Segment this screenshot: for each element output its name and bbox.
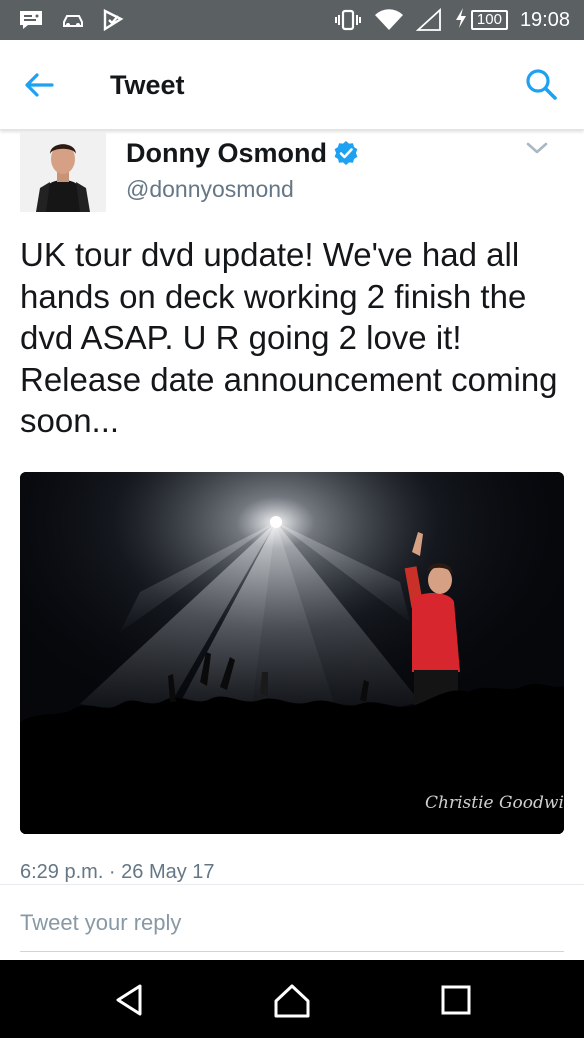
avatar[interactable]: [20, 132, 106, 212]
divider: [0, 884, 584, 885]
nav-recents-button[interactable]: [436, 980, 476, 1020]
car-icon: [60, 11, 86, 29]
system-nav-bar: [0, 960, 584, 1038]
nav-back-button[interactable]: [110, 980, 150, 1020]
tweet-media-image[interactable]: Christie Goodwin: [20, 472, 564, 834]
wifi-icon: [374, 8, 404, 32]
tweet-text: UK tour dvd update! We've had all hands …: [20, 236, 558, 439]
status-bar: 100 19:08: [0, 0, 584, 40]
status-bar-left: [18, 6, 124, 34]
search-button[interactable]: [524, 67, 558, 101]
battery-level: 100: [476, 11, 502, 28]
page-title: Tweet: [110, 70, 185, 100]
notification-icon: [18, 9, 44, 31]
back-triangle-icon: [116, 984, 142, 1016]
vibrate-icon: [334, 9, 362, 31]
tweet-timestamp: 6:29 p.m. · 26 May 17: [20, 861, 215, 883]
charging-icon: [454, 7, 468, 34]
photo-watermark: Christie Goodwin: [425, 793, 564, 813]
battery-icon: 100: [470, 10, 508, 30]
status-bar-right: 100 19:08: [334, 6, 570, 34]
author-name-row[interactable]: Donny Osmond: [126, 137, 359, 169]
signal-icon: [415, 8, 442, 32]
back-arrow-icon: [25, 73, 54, 97]
verified-badge-icon: [334, 141, 358, 165]
author-name[interactable]: Donny Osmond: [126, 137, 327, 169]
recents-icon: [441, 985, 471, 1015]
reply-input[interactable]: Tweet your reply: [20, 906, 564, 952]
tweet-menu-button[interactable]: [524, 138, 550, 158]
app-bar: Tweet: [0, 40, 584, 130]
nav-home-button[interactable]: [272, 980, 312, 1020]
home-icon: [274, 984, 310, 1018]
search-icon: [526, 69, 557, 100]
clock: 19:08: [519, 8, 570, 31]
author-handle[interactable]: @donnyosmond: [126, 174, 294, 204]
chevron-down-icon: [526, 142, 548, 154]
tasks-icon: [102, 9, 124, 31]
battery-indicator: 100: [454, 7, 508, 34]
back-button[interactable]: [22, 68, 56, 102]
